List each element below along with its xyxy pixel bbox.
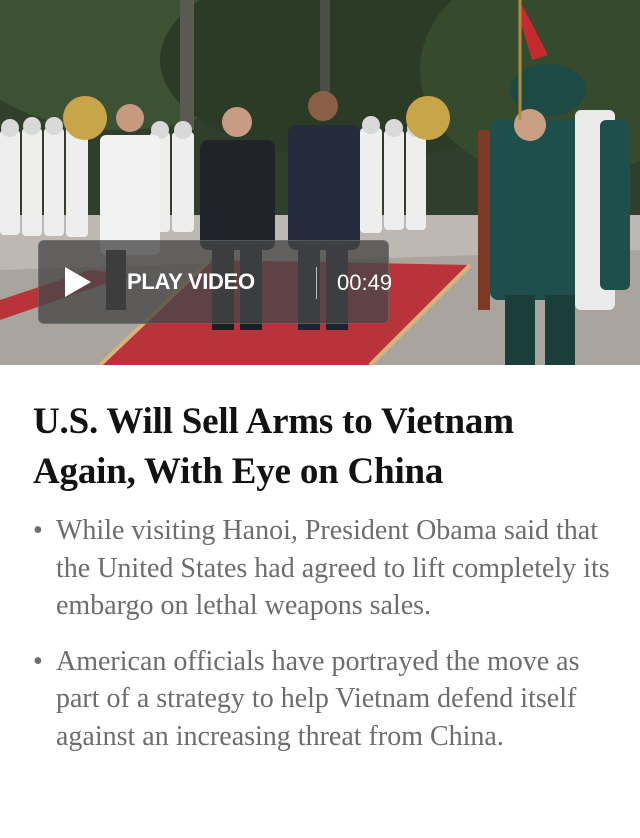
play-icon [65, 267, 91, 297]
video-divider [316, 267, 317, 299]
article-summary-list: • While visiting Hanoi, President Obama … [0, 512, 640, 755]
play-video-label: PLAY VIDEO [127, 269, 255, 294]
article-headline[interactable]: U.S. Will Sell Arms to Vietnam Again, Wi… [33, 397, 623, 497]
bullet-icon: • [33, 515, 43, 546]
summary-text: While visiting Hanoi, President Obama sa… [56, 515, 610, 621]
summary-item: • While visiting Hanoi, President Obama … [0, 512, 640, 625]
summary-item: • American officials have portrayed the … [0, 643, 640, 756]
article-hero-photo[interactable]: PLAY VIDEO 00:49 [0, 0, 640, 365]
video-duration: 00:49 [337, 270, 393, 295]
bullet-icon: • [33, 645, 43, 677]
play-video-button[interactable]: PLAY VIDEO 00:49 [38, 240, 393, 324]
summary-text: American officials have portrayed the mo… [56, 645, 580, 752]
